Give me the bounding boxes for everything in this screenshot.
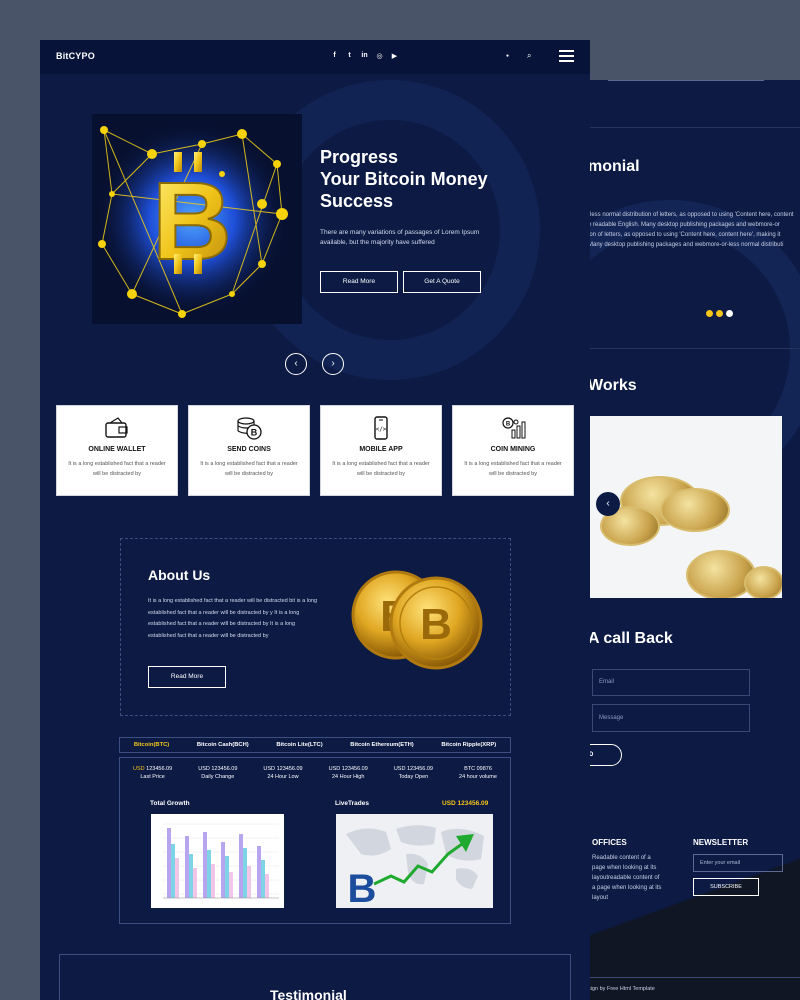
about-section: About Us It is a long established fact t…	[120, 538, 511, 716]
total-growth-title: Total Growth	[150, 800, 190, 807]
feature-text: It is a long established fact that a rea…	[200, 461, 298, 477]
tab-bitcoin[interactable]: Bitcoin(BTC)	[134, 742, 169, 748]
hero-subtitle: There are many variations of passages of…	[320, 229, 480, 246]
email-field[interactable]: Email	[592, 669, 750, 696]
about-text: It is a long established fact that a rea…	[148, 598, 318, 639]
youtube-icon[interactable]: ▶	[390, 52, 399, 60]
offices-text: Readable content of a page when looking …	[592, 855, 662, 901]
live-trades-title: LiveTrades	[335, 800, 369, 807]
testimonial-carousel-dots[interactable]	[706, 310, 733, 317]
feature-card-coin-mining[interactable]: B COIN MINING It is a long established f…	[452, 405, 574, 496]
feature-card-send-coins[interactable]: B SEND COINS It is a long established fa…	[188, 405, 310, 496]
newsletter-email-input[interactable]: Enter your email	[693, 854, 783, 872]
live-trades-image: B	[336, 814, 493, 908]
feature-card-online-wallet[interactable]: ONLINE WALLET It is a long established f…	[56, 405, 178, 496]
menu-icon[interactable]	[559, 50, 574, 65]
stat-24h-volume: BTC 09876 24 hour volume	[459, 766, 497, 780]
currency-tabs: Bitcoin(BTC) Bitcoin Cash(BCH) Bitcoin L…	[119, 737, 511, 753]
gold-coins-image: ‹	[590, 416, 782, 598]
feature-title: SEND COINS	[227, 446, 271, 453]
about-title: About Us	[148, 567, 211, 583]
offices-heading: OFFICES	[592, 838, 627, 847]
wallet-icon	[57, 416, 177, 440]
callback-heading: A call Back	[588, 630, 673, 647]
instagram-icon[interactable]: ◎	[375, 52, 384, 60]
svg-text:B: B	[420, 600, 452, 649]
svg-text:</>: </>	[376, 426, 387, 433]
testimonial-title: Testimonial	[270, 987, 347, 1000]
bitcoin-network-image: B	[92, 114, 302, 324]
stat-today-open: USD 123456.09 Today Open	[393, 766, 433, 780]
testimonial-section: Testimonial	[59, 954, 571, 1000]
works-heading: Works	[588, 377, 637, 394]
feature-card-mobile-app[interactable]: </> MOBILE APP It is a long established …	[320, 405, 442, 496]
carousel-prev-button[interactable]: ‹	[596, 492, 620, 516]
tab-bitcoin-lite[interactable]: Bitcoin Lite(LTC)	[276, 742, 322, 748]
carousel-dot[interactable]	[726, 310, 733, 317]
carousel-dot[interactable]	[716, 310, 723, 317]
nav-actions: ● ⌕	[506, 51, 532, 61]
feature-cards: ONLINE WALLET It is a long established f…	[56, 405, 574, 496]
social-links: f t in ◎ ▶	[330, 52, 399, 60]
ticker-stats: USD 123456.09 Last Price USD 123456.09 D…	[119, 757, 511, 784]
newsletter-heading: NEWSLETTER	[693, 838, 749, 847]
tab-bitcoin-cash[interactable]: Bitcoin Cash(BCH)	[197, 742, 249, 748]
footer-divider	[590, 977, 800, 978]
coins-icon: B	[189, 416, 309, 440]
feature-text: It is a long established fact that a rea…	[332, 461, 430, 477]
svg-text:B: B	[506, 422, 511, 428]
facebook-icon[interactable]: f	[330, 52, 339, 60]
divider	[590, 127, 800, 128]
subscribe-button[interactable]: SUBSCRIBE	[693, 878, 759, 896]
svg-text:B: B	[152, 160, 231, 283]
back-input-line	[608, 80, 764, 81]
stat-24h-high: USD 123456.09 24 Hour High	[328, 766, 368, 780]
divider	[590, 348, 800, 349]
testimonial-heading: monial	[588, 158, 640, 175]
mobile-icon: </>	[321, 416, 441, 440]
testimonial-text: -less normal distribution of letters, as…	[588, 212, 794, 248]
feature-title: MOBILE APP	[359, 446, 403, 453]
mining-icon: B	[453, 416, 573, 440]
feature-text: It is a long established fact that a rea…	[464, 461, 562, 477]
user-icon[interactable]: ●	[506, 51, 509, 61]
navbar: BitCYPO f t in ◎ ▶ ● ⌕	[40, 40, 590, 74]
slider-prev-button[interactable]: ‹	[285, 353, 307, 375]
gold-bitcoins-image: B B	[351, 570, 483, 670]
message-field[interactable]: Message	[592, 704, 750, 732]
twitter-icon[interactable]: t	[345, 52, 354, 60]
svg-text:B: B	[251, 428, 258, 438]
brand-logo[interactable]: BitCYPO	[56, 51, 95, 61]
feature-title: COIN MINING	[490, 446, 536, 453]
svg-text:B: B	[348, 867, 377, 908]
hero-title: Progress Your Bitcoin Money Success	[320, 147, 488, 211]
search-icon[interactable]: ⌕	[527, 51, 531, 61]
copyright-text: sign by Free Html Template	[588, 986, 655, 992]
background-page-preview: monial -less normal distribution of lett…	[560, 80, 800, 1000]
charts-section: Total Growth LiveTrades USD 123456.09 B	[119, 784, 511, 924]
feature-title: ONLINE WALLET	[88, 446, 146, 453]
front-page-preview: BitCYPO f t in ◎ ▶ ● ⌕ B Progress Your B…	[40, 40, 590, 1000]
linkedin-icon[interactable]: in	[360, 52, 369, 60]
read-more-button[interactable]: Read More	[320, 271, 398, 293]
tab-bitcoin-ripple[interactable]: Bitcoin Ripple(XRP)	[441, 742, 496, 748]
stat-last-price: USD 123456.09 Last Price	[133, 766, 173, 780]
carousel-dot[interactable]	[706, 310, 713, 317]
feature-text: It is a long established fact that a rea…	[68, 461, 166, 477]
stat-24h-low: USD 123456.09 24 Hour Low	[263, 766, 303, 780]
tab-bitcoin-ethereum[interactable]: Bitcoin Ethereum(ETH)	[350, 742, 413, 748]
live-trades-price: USD 123456.09	[442, 800, 489, 807]
about-read-more-button[interactable]: Read More	[148, 666, 226, 688]
growth-bar-chart-image	[151, 814, 284, 908]
get-quote-button[interactable]: Get A Quote	[403, 271, 481, 293]
slider-next-button[interactable]: ›	[322, 353, 344, 375]
stat-daily-change: USD 123456.09 Daily Change	[198, 766, 238, 780]
